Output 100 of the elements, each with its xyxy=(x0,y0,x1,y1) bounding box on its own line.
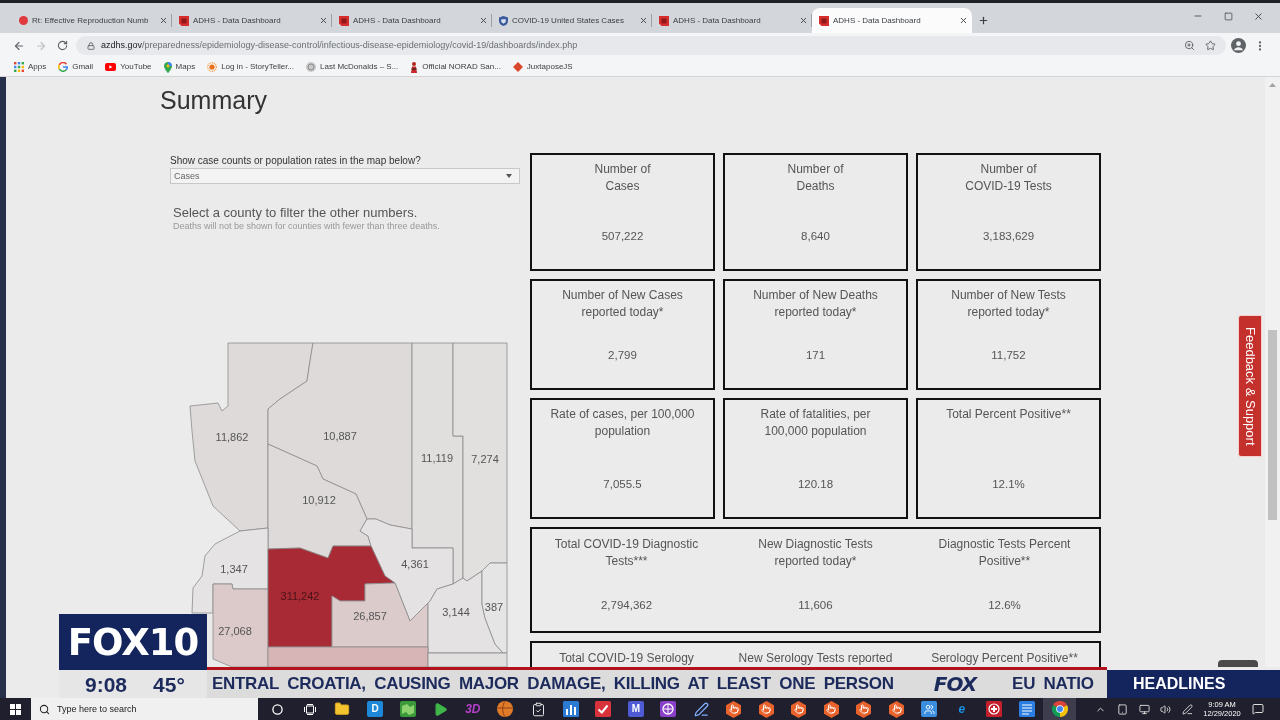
browser-tab[interactable]: ADHS - Data Dashboard xyxy=(812,8,972,33)
county-shape[interactable] xyxy=(212,583,269,668)
tile-label: Number of Deaths xyxy=(787,161,844,195)
county-shape[interactable] xyxy=(267,545,396,648)
bookmark[interactable]: JuxtaposeJS xyxy=(512,62,573,72)
tile-label: Number of New Cases reported today* xyxy=(562,287,683,321)
close-icon[interactable] xyxy=(639,16,648,25)
close-icon[interactable] xyxy=(159,16,168,25)
tile-value: 8,640 xyxy=(801,229,830,243)
square-logo-icon xyxy=(819,15,829,26)
bookmark[interactable]: Apps xyxy=(14,62,47,72)
tile-value: 120.18 xyxy=(797,477,834,491)
county-shape[interactable] xyxy=(331,582,429,648)
close-icon[interactable] xyxy=(959,16,968,25)
browser-tab[interactable]: COVID-19 United States Cases xyxy=(492,8,652,33)
bookmark[interactable]: Official NORAD San... xyxy=(410,61,501,73)
circle-icon xyxy=(19,16,28,25)
county-value: 4,361 xyxy=(401,557,429,570)
county-value: 3,144 xyxy=(442,605,470,618)
volume-icon[interactable] xyxy=(1160,703,1171,715)
tile-label: Total COVID-19 Diagnostic Tests*** xyxy=(554,536,699,570)
hand-pointer-icon xyxy=(855,700,873,718)
station-logo: FOX10 xyxy=(59,614,207,670)
close-icon[interactable] xyxy=(799,16,808,25)
browser-tab[interactable]: ADHS - Data Dashboard xyxy=(652,8,812,33)
county-shape[interactable] xyxy=(427,652,508,668)
close-icon[interactable] xyxy=(1252,10,1264,22)
hand-pointer-icon xyxy=(822,700,840,718)
scrollbar-thumb[interactable] xyxy=(1268,330,1277,520)
hand-pointer-icon xyxy=(888,700,906,718)
note-text: Deaths will not be shown for counties with fewer than three deaths. xyxy=(173,221,440,232)
caret-down-icon xyxy=(506,174,512,178)
taskbar-app[interactable] xyxy=(1043,698,1076,720)
hand-pointer-icon xyxy=(757,700,775,718)
taskbar-app[interactable]: D xyxy=(358,698,392,720)
map-icon xyxy=(399,701,416,717)
close-icon[interactable] xyxy=(479,16,488,25)
search-field[interactable]: Type here to search xyxy=(57,701,258,717)
county-value: 387 xyxy=(484,600,504,613)
county-value: 27,068 xyxy=(218,624,252,637)
people-icon xyxy=(921,701,938,717)
figure-icon xyxy=(410,61,419,73)
bookmark[interactable]: Gmail xyxy=(58,62,94,72)
browser-tab[interactable]: ADHS - Data Dashboard xyxy=(172,8,332,33)
tile-value: 12.1% xyxy=(992,477,1025,491)
bookmark[interactable]: Maps xyxy=(163,61,196,73)
task-view-icon[interactable] xyxy=(303,703,316,715)
zoom-icon[interactable] xyxy=(1184,40,1195,51)
hand-pointer-icon xyxy=(725,700,743,718)
address-bar[interactable]: azdhs.gov/preparedness/epidemiology-disease-control/infectious-disease-epidemiology/covid-19/dashboards/index.php xyxy=(76,36,1226,55)
county-shape[interactable] xyxy=(267,646,429,668)
avatar-icon[interactable] xyxy=(1231,38,1246,53)
play-button-icon xyxy=(105,63,117,71)
letter-tile-icon: D xyxy=(367,701,384,717)
tile-value: 2,794,362 xyxy=(600,598,653,612)
close-icon[interactable] xyxy=(319,16,328,25)
filter-dropdown[interactable]: Cases xyxy=(170,168,520,184)
circle-icon[interactable] xyxy=(271,703,283,715)
tablet-icon[interactable] xyxy=(1116,703,1128,715)
folder-icon xyxy=(334,701,351,717)
bookmark[interactable]: Log in - StoryTeller... xyxy=(207,62,295,72)
shield-icon xyxy=(499,15,508,26)
back-icon[interactable] xyxy=(13,39,25,52)
feedback-tab[interactable]: Feedback & Support xyxy=(1238,315,1262,457)
pen-icon xyxy=(693,701,709,717)
county-shape[interactable] xyxy=(267,443,372,559)
bookmark[interactable]: YouTube xyxy=(105,62,152,72)
search-icon xyxy=(39,703,50,715)
ring-logo-icon xyxy=(58,62,69,72)
county-value: 10,887 xyxy=(323,429,357,442)
tile-value: 2,799 xyxy=(608,348,637,362)
browser-tab[interactable]: ADHS - Data Dashboard xyxy=(332,8,492,33)
tile-label: Total Percent Positive** xyxy=(946,406,1071,423)
checkbox-icon xyxy=(595,701,612,717)
plus-icon xyxy=(977,15,989,26)
crosshair-icon xyxy=(660,701,677,717)
grid-icon xyxy=(14,62,24,72)
search-bar[interactable]: Type here to search xyxy=(31,698,258,720)
taskbar-app[interactable]: e xyxy=(945,698,979,720)
headlines-label: HEADLINES xyxy=(1107,670,1280,698)
pen-icon[interactable] xyxy=(1181,703,1193,715)
county-value: 311,242 xyxy=(280,589,320,602)
county-value: 1,347 xyxy=(220,562,248,575)
star-icon[interactable] xyxy=(1205,40,1216,51)
windows-icon[interactable] xyxy=(10,703,21,715)
monitor-icon[interactable] xyxy=(1138,703,1150,715)
tile-value: 7,055.5 xyxy=(603,477,642,491)
ball-icon xyxy=(497,701,514,717)
tile-label: New Diagnostic Tests reported today* xyxy=(758,536,873,570)
bookmark[interactable]: Last McDonalds – S... xyxy=(306,62,399,72)
taskbar-app[interactable]: M xyxy=(619,698,653,720)
floating-tab[interactable] xyxy=(1218,660,1258,667)
notification-icon[interactable] xyxy=(1252,703,1264,715)
scrollbar[interactable] xyxy=(1265,77,1280,667)
maximize-icon[interactable] xyxy=(1223,11,1233,21)
taskbar-app[interactable]: 3D xyxy=(456,698,490,720)
browser-tab[interactable]: Rt: Effective Reproduction Numb xyxy=(12,8,172,33)
reload-icon[interactable] xyxy=(57,40,68,51)
square-logo-icon xyxy=(659,15,669,26)
diamond-icon xyxy=(512,62,523,72)
